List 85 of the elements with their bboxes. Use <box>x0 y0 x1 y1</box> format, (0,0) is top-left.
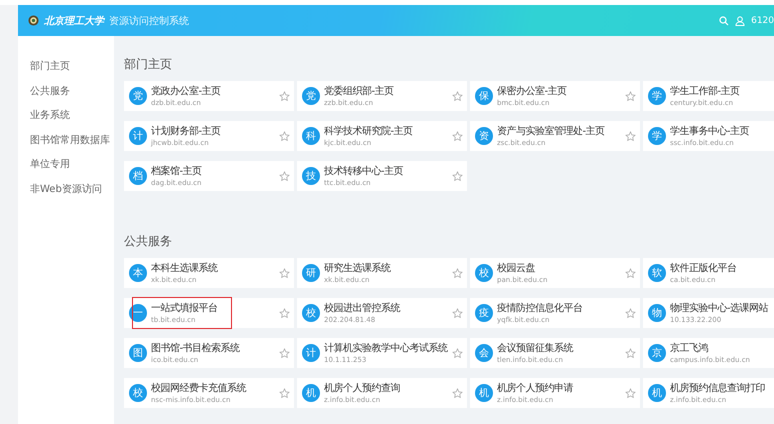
star-icon[interactable] <box>625 130 636 142</box>
service-title: 会议预留征集系统 <box>497 342 574 354</box>
service-badge: 学 <box>648 87 666 105</box>
service-title: 疫情防控信息化平台 <box>497 302 584 314</box>
service-badge: 机 <box>475 384 493 402</box>
service-badge: 学 <box>648 127 666 145</box>
star-icon[interactable] <box>452 268 463 278</box>
service-title: 一站式填报平台 <box>151 302 218 314</box>
service-badge: 科 <box>302 127 320 145</box>
star-icon[interactable] <box>279 348 290 358</box>
service-title: 图书馆-书目检索系统 <box>151 342 241 354</box>
star-icon[interactable] <box>625 90 636 102</box>
service-title: 校园云盘 <box>497 262 536 274</box>
search-icon[interactable] <box>719 16 730 26</box>
logo-text: 北京理工大学 <box>44 14 104 28</box>
star-icon[interactable] <box>625 268 636 278</box>
service-title: 党委组织部-主页 <box>324 86 395 96</box>
service-badge: 计 <box>129 127 147 145</box>
sidebar-item[interactable]: 图书馆常用数据库 <box>18 134 114 148</box>
service-badge: 党 <box>302 87 320 105</box>
star-icon[interactable] <box>279 130 290 142</box>
star-icon[interactable] <box>279 308 290 318</box>
service-badge: 校 <box>129 384 147 402</box>
service-badge: 党 <box>129 87 147 105</box>
service-badge: 软 <box>648 264 666 282</box>
service-title: 技术转移中心-主页 <box>324 166 404 176</box>
star-icon[interactable] <box>452 90 463 102</box>
sidebar-item[interactable]: 公共服务 <box>18 84 114 99</box>
service-badge: 机 <box>302 384 320 402</box>
service-title: 京工飞鸿 <box>670 342 709 354</box>
service-title: 物理实验中心-选课网站 <box>670 302 770 314</box>
star-icon[interactable] <box>452 170 463 182</box>
service-badge: 本 <box>129 264 147 282</box>
service-title: 科学技术研究院-主页 <box>324 126 414 136</box>
service-badge: 档 <box>129 167 147 185</box>
sidebar-item[interactable]: 部门主页 <box>18 60 114 74</box>
service-title: 本科生选课系统 <box>151 262 219 274</box>
star-icon[interactable] <box>279 170 290 182</box>
service-title: 机房个人预约查询 <box>324 382 401 394</box>
service-badge: 校 <box>302 304 320 322</box>
star-icon[interactable] <box>279 90 290 102</box>
star-icon[interactable] <box>452 348 463 358</box>
service-title: 资产与实验室管理处-主页 <box>497 126 606 136</box>
service-badge: 京 <box>648 344 666 362</box>
service-badge: 物 <box>648 304 666 322</box>
sidebar-item[interactable]: 非Web资源访问 <box>18 182 114 197</box>
user-icon[interactable] <box>735 16 746 26</box>
service-title: 校园网经费卡充值系统 <box>151 382 248 394</box>
star-icon[interactable] <box>279 388 290 398</box>
service-badge: 会 <box>475 344 493 362</box>
service-badge: 校 <box>475 264 493 282</box>
section-title: 公共服务 <box>124 233 173 250</box>
service-badge: 图 <box>129 344 147 362</box>
service-title: 保密办公室-主页 <box>497 86 568 96</box>
service-title: 软件正版化平台 <box>670 262 738 274</box>
service-title: 档案馆-主页 <box>151 166 203 176</box>
service-title: 机房预约信息查询打印 <box>670 382 766 394</box>
app-title: 资源访问控制系统 <box>109 14 189 28</box>
service-badge: 机 <box>648 384 666 402</box>
service-badge: 一 <box>129 304 147 322</box>
star-icon[interactable] <box>279 268 290 278</box>
star-icon[interactable] <box>452 308 463 318</box>
star-icon[interactable] <box>625 388 636 398</box>
service-title: 机房个人预约申请 <box>497 382 574 394</box>
star-icon[interactable] <box>625 308 636 318</box>
service-badge: 保 <box>475 87 493 105</box>
service-title: 学生事务中心-主页 <box>670 126 750 136</box>
section-title: 部门主页 <box>124 56 173 73</box>
service-badge: 计 <box>302 344 320 362</box>
sidebar-item[interactable]: 单位专用 <box>18 158 114 172</box>
service-title: 计算机实验教学中心考试系统 <box>324 342 448 354</box>
service-badge: 研 <box>302 264 320 282</box>
star-icon[interactable] <box>452 130 463 142</box>
emblem-icon <box>28 15 39 26</box>
service-badge: 疫 <box>475 304 493 322</box>
service-title: 党政办公室-主页 <box>151 86 222 96</box>
service-title: 校园进出管控系统 <box>324 302 402 314</box>
service-badge: 技 <box>302 167 320 185</box>
service-title: 学生工作部-主页 <box>670 86 741 96</box>
service-badge: 资 <box>475 127 493 145</box>
service-title: 研究生选课系统 <box>324 262 392 274</box>
star-icon[interactable] <box>625 348 636 358</box>
star-icon[interactable] <box>452 388 463 398</box>
service-title: 计划财务部-主页 <box>151 126 222 136</box>
sidebar-item[interactable]: 业务系统 <box>18 109 114 124</box>
